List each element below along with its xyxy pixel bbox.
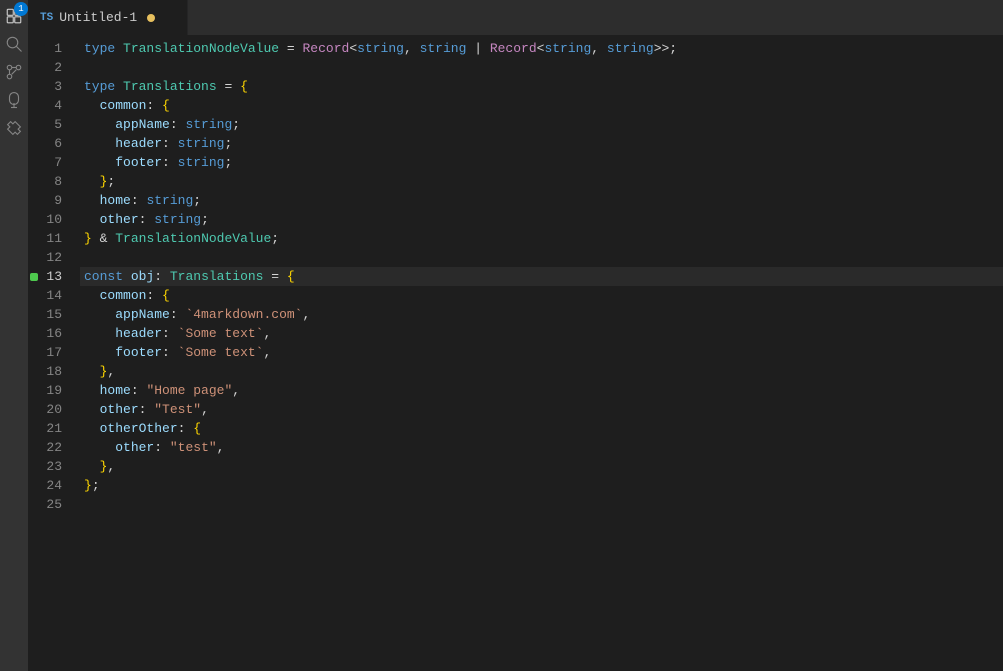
gutter-row-5 [28, 115, 40, 134]
gutter-row-7 [28, 153, 40, 172]
code-line-12 [80, 248, 1003, 267]
code-line-15: appName: `4markdown.com`, [80, 305, 1003, 324]
code-line-24: }; [80, 476, 1003, 495]
code-line-1: type TranslationNodeValue = Record<strin… [80, 39, 1003, 58]
code-line-25 [80, 495, 1003, 514]
line-num-9: 9 [40, 191, 72, 210]
gutter-row-20 [28, 400, 40, 419]
line-num-8: 8 [40, 172, 72, 191]
code-line-3: type Translations = { [80, 77, 1003, 96]
line-num-21: 21 [40, 419, 72, 438]
gutter-row-9 [28, 191, 40, 210]
gutter-row-6 [28, 134, 40, 153]
gutter-row-17 [28, 343, 40, 362]
gutter-row-8 [28, 172, 40, 191]
gutter-row-13 [28, 267, 40, 286]
code-line-17: footer: `Some text`, [80, 343, 1003, 362]
tab-modified-indicator [147, 14, 155, 22]
gutter-row-18 [28, 362, 40, 381]
gutter-row-12 [28, 248, 40, 267]
tab-bar: TS Untitled-1 [28, 0, 1003, 35]
activity-icon-explorer[interactable]: 1 [2, 4, 26, 28]
activity-bar: 1 [0, 0, 28, 671]
gutter-row-11 [28, 229, 40, 248]
activity-icon-debug[interactable] [2, 88, 26, 112]
editor-content: 1 2 3 4 5 6 7 8 9 10 11 12 13 14 15 16 1… [28, 35, 1003, 671]
code-line-7: footer: string; [80, 153, 1003, 172]
line-num-5: 5 [40, 115, 72, 134]
code-line-18: }, [80, 362, 1003, 381]
code-line-19: home: "Home page", [80, 381, 1003, 400]
line-num-11: 11 [40, 229, 72, 248]
gutter-row-15 [28, 305, 40, 324]
code-line-14: common: { [80, 286, 1003, 305]
gutter-row-1 [28, 39, 40, 58]
line-num-23: 23 [40, 457, 72, 476]
line-num-16: 16 [40, 324, 72, 343]
line-num-18: 18 [40, 362, 72, 381]
line-num-13: 13 [40, 267, 72, 286]
activity-icon-scm[interactable] [2, 60, 26, 84]
gutter-row-10 [28, 210, 40, 229]
tab-filename: Untitled-1 [59, 10, 137, 25]
notification-badge: 1 [14, 2, 28, 16]
line-num-15: 15 [40, 305, 72, 324]
line-num-19: 19 [40, 381, 72, 400]
code-line-21: otherOther: { [80, 419, 1003, 438]
code-line-13: const obj: Translations = { [80, 267, 1003, 286]
code-area[interactable]: type TranslationNodeValue = Record<strin… [80, 35, 1003, 671]
code-line-10: other: string; [80, 210, 1003, 229]
code-line-20: other: "Test", [80, 400, 1003, 419]
gutter-row-25 [28, 495, 40, 514]
line-num-6: 6 [40, 134, 72, 153]
activity-icon-search[interactable] [2, 32, 26, 56]
code-line-4: common: { [80, 96, 1003, 115]
line-num-20: 20 [40, 400, 72, 419]
gutter-row-24 [28, 476, 40, 495]
gutter-row-16 [28, 324, 40, 343]
line-num-12: 12 [40, 248, 72, 267]
code-line-16: header: `Some text`, [80, 324, 1003, 343]
code-line-6: header: string; [80, 134, 1003, 153]
line-num-17: 17 [40, 343, 72, 362]
line-num-25: 25 [40, 495, 72, 514]
line-num-2: 2 [40, 58, 72, 77]
code-line-2 [80, 58, 1003, 77]
code-line-5: appName: string; [80, 115, 1003, 134]
line-num-1: 1 [40, 39, 72, 58]
gutter-row-3 [28, 77, 40, 96]
gutter-row-4 [28, 96, 40, 115]
gutter-row-22 [28, 438, 40, 457]
line-num-14: 14 [40, 286, 72, 305]
code-line-22: other: "test", [80, 438, 1003, 457]
activity-icon-extensions[interactable] [2, 116, 26, 140]
gutter-row-21 [28, 419, 40, 438]
gutter [28, 35, 40, 671]
code-line-9: home: string; [80, 191, 1003, 210]
code-line-23: }, [80, 457, 1003, 476]
gutter-row-23 [28, 457, 40, 476]
line-num-24: 24 [40, 476, 72, 495]
line-num-3: 3 [40, 77, 72, 96]
line-num-22: 22 [40, 438, 72, 457]
line-num-4: 4 [40, 96, 72, 115]
editor: 1 2 3 4 5 6 7 8 9 10 11 12 13 14 15 16 1… [28, 35, 1003, 671]
tab-untitled1[interactable]: TS Untitled-1 [28, 0, 188, 35]
code-line-11: } & TranslationNodeValue; [80, 229, 1003, 248]
line-num-7: 7 [40, 153, 72, 172]
code-line-8: }; [80, 172, 1003, 191]
typescript-icon: TS [40, 12, 53, 24]
line-numbers: 1 2 3 4 5 6 7 8 9 10 11 12 13 14 15 16 1… [40, 35, 80, 671]
gutter-row-14 [28, 286, 40, 305]
breakpoint-dot [30, 273, 38, 281]
gutter-row-2 [28, 58, 40, 77]
gutter-row-19 [28, 381, 40, 400]
line-num-10: 10 [40, 210, 72, 229]
